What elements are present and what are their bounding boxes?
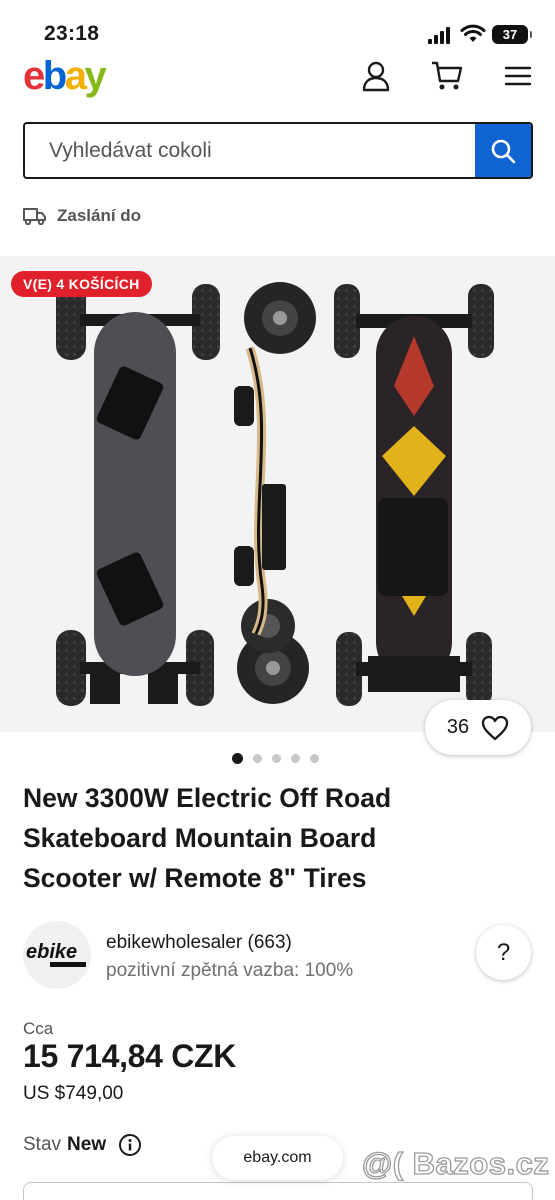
price-approx-label: Cca [23, 1019, 54, 1038]
logo-letter-b: b [42, 54, 67, 98]
search-input[interactable] [25, 124, 475, 177]
browser-url-pill[interactable]: ebay.com [212, 1136, 343, 1180]
search-button[interactable] [475, 124, 531, 177]
bazos-watermark: @( Bazos.cz [361, 1145, 550, 1181]
logo-letter-e: e [23, 54, 45, 98]
watch-count: 36 [446, 716, 470, 738]
pagination-dot[interactable] [232, 753, 243, 764]
pagination-dot[interactable] [291, 754, 300, 763]
heart-icon [481, 715, 509, 740]
bottom-action-box[interactable] [23, 1182, 533, 1200]
price-usd: US $749,00 [23, 1083, 124, 1104]
image-pagination [232, 753, 319, 764]
seller-logo: ebike [26, 941, 86, 967]
cellular-signal-icon [428, 26, 454, 44]
user-icon[interactable] [359, 58, 393, 94]
search-bar [23, 122, 533, 179]
truck-icon [23, 208, 46, 225]
info-icon[interactable] [118, 1133, 142, 1157]
cart-icon[interactable] [430, 58, 464, 94]
ship-to-selector[interactable]: Zaslání do [23, 206, 141, 226]
listing-title: New 3300W Electric Off Road Skateboard M… [23, 783, 392, 893]
menu-icon[interactable] [501, 58, 535, 94]
pagination-dot[interactable] [310, 754, 319, 763]
pagination-dot[interactable] [272, 754, 281, 763]
ebay-logo[interactable]: ebay [23, 52, 107, 100]
price-value: 15 714,84 CZK [23, 1038, 237, 1074]
battery-icon: 37 [492, 25, 532, 44]
product-image-gallery[interactable] [0, 256, 555, 732]
seller-feedback: pozitivní zpětná vazba: 100% [106, 960, 354, 981]
wifi-icon [460, 24, 486, 42]
in-carts-badge: V(E) 4 KOŠÍCÍCH [11, 271, 152, 297]
product-image [56, 282, 494, 706]
status-bar: 23:18 37 [0, 0, 555, 60]
seller-avatar[interactable]: ebike [23, 921, 91, 989]
pagination-dot[interactable] [253, 754, 262, 763]
condition-row: Stav New [23, 1133, 142, 1157]
condition-value: New [67, 1134, 107, 1155]
logo-letter-y: y [84, 54, 106, 98]
condition-label: Stav [23, 1134, 62, 1155]
logo-letter-a: a [64, 54, 87, 98]
search-icon [491, 139, 516, 163]
watch-button[interactable]: 36 [425, 700, 531, 755]
svg-text:ebike: ebike [26, 941, 77, 963]
seller-name-link[interactable]: ebikewholesaler (663) [106, 932, 292, 954]
help-button[interactable]: ? [476, 925, 531, 980]
status-time: 23:18 [44, 22, 100, 45]
ship-to-label: Zaslání do [57, 206, 142, 225]
question-icon: ? [496, 938, 511, 966]
